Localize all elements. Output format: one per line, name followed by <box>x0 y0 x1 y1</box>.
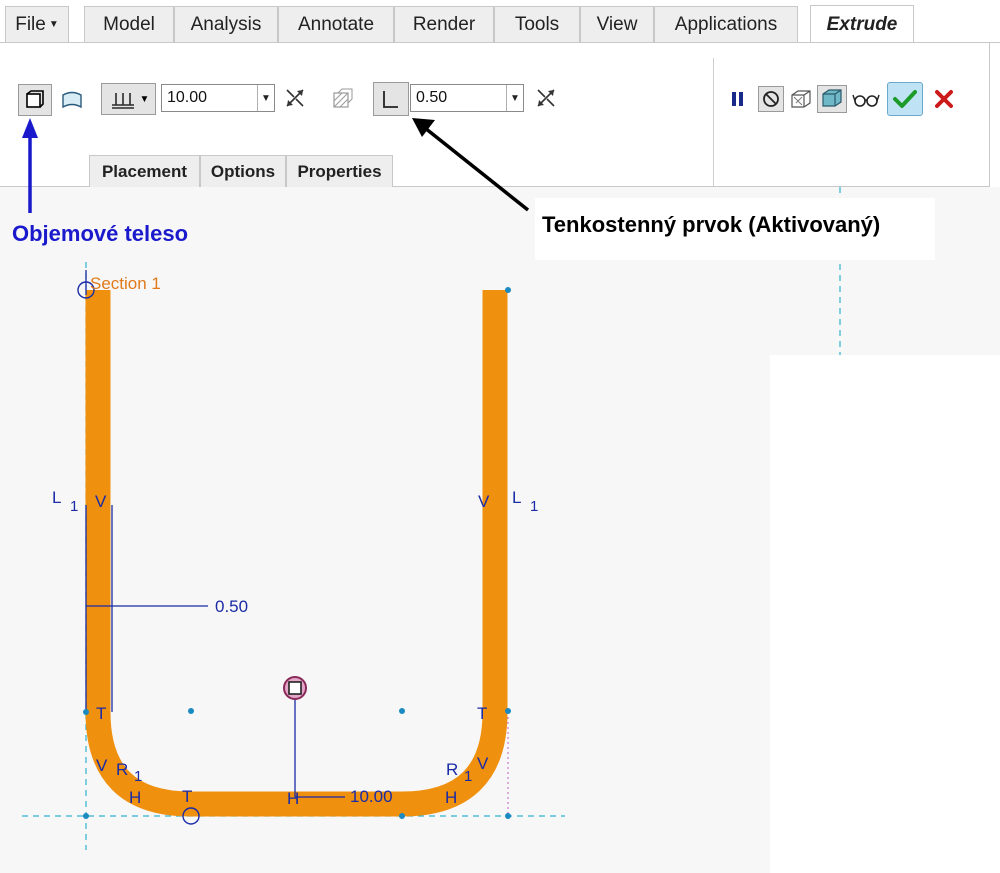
vertex <box>505 287 511 293</box>
constraint-T-bottom: T <box>182 787 193 806</box>
sketch-canvas <box>22 118 841 850</box>
thin-profile <box>85 290 508 817</box>
constraint-V-arc-left: V <box>96 756 108 775</box>
constraint-L-left: L <box>52 488 62 507</box>
thin-annotation-arrow <box>423 126 530 212</box>
constraint-V-arc-right: V <box>477 754 489 773</box>
constraint-L-right-sub: 1 <box>530 498 539 515</box>
constraint-L-right: L <box>512 488 522 507</box>
constraint-H-center: H <box>287 789 300 808</box>
thickness-dimension[interactable]: 0.50 <box>215 597 248 617</box>
constraint-T-left: T <box>96 704 107 723</box>
constraint-V-left: V <box>95 492 107 511</box>
vertex <box>399 708 405 714</box>
constraint-H-right: H <box>445 788 458 807</box>
constraint-V-right: V <box>478 492 490 511</box>
solid-callout: Objemové teleso <box>12 221 189 246</box>
constraint-R-left-sub: 1 <box>134 768 143 785</box>
constraint-R-right-sub: 1 <box>464 768 473 785</box>
width-dimension[interactable]: 10.00 <box>350 787 393 807</box>
vertex <box>83 813 89 819</box>
constraint-R-right: R <box>446 760 459 779</box>
vertex <box>399 813 405 819</box>
thin-callout: Tenkostenný prvok (Aktivovaný) <box>542 212 881 237</box>
constraint-R-left: R <box>116 760 129 779</box>
vertex <box>505 708 511 714</box>
constraint-T-right: T <box>477 704 488 723</box>
vertex <box>188 708 194 714</box>
vertex <box>83 709 89 715</box>
section-label: Section 1 <box>90 274 161 293</box>
constraint-L-left-sub: 1 <box>70 498 79 515</box>
vertex <box>505 813 511 819</box>
constraint-H-left: H <box>129 788 142 807</box>
